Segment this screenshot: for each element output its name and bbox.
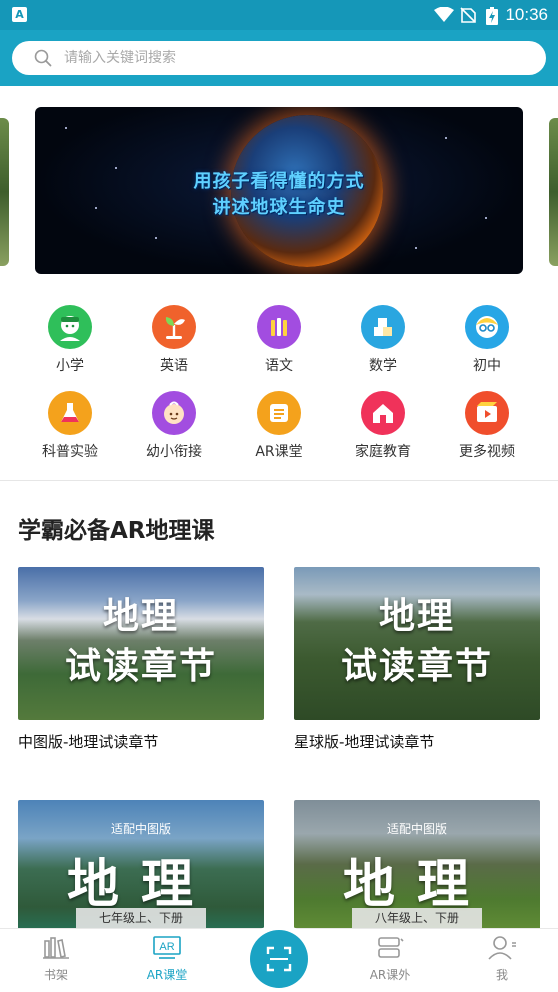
wifi-icon xyxy=(434,7,454,22)
course-card[interactable]: 地理 试读章节 中图版-地理试读章节 xyxy=(18,567,264,752)
course-caption: 中图版-地理试读章节 xyxy=(18,733,159,751)
category-label: 英语 xyxy=(160,358,188,374)
carousel-prev-peek[interactable] xyxy=(0,118,9,266)
baby-icon xyxy=(152,391,196,435)
category-more-videos[interactable]: 更多视频 xyxy=(447,391,527,461)
search-placeholder: 请输入关键词搜索 xyxy=(64,50,176,66)
status-bar: A 10:36 xyxy=(0,0,558,30)
category-ar-class[interactable]: AR课堂 xyxy=(239,391,319,461)
category-english[interactable]: 英语 xyxy=(134,305,214,375)
cover-grade-label: 八年级上、下册 xyxy=(352,908,482,928)
scan-button[interactable] xyxy=(250,930,308,988)
nav-ar-extracurricular[interactable]: AR课外 xyxy=(350,935,430,983)
nav-bookshelf[interactable]: 书架 xyxy=(16,935,96,983)
cover-title-line-1: 地理 xyxy=(102,596,179,637)
video-icon xyxy=(465,391,509,435)
category-label: AR课堂 xyxy=(255,444,303,460)
course-caption: 星球版-地理试读章节 xyxy=(294,733,435,751)
cover-grade-label: 七年级上、下册 xyxy=(76,908,206,928)
student-icon xyxy=(48,305,92,349)
category-label: 数学 xyxy=(369,358,397,374)
cover-title-line-1: 地理 xyxy=(378,596,455,637)
category-preschool-bridge[interactable]: 幼小衔接 xyxy=(134,391,214,461)
course-card[interactable]: 地理 试读章节 星球版-地理试读章节 xyxy=(294,567,540,752)
cover-subtitle: 适配中图版 xyxy=(386,822,447,836)
category-middle-school[interactable]: 初中 xyxy=(447,305,527,375)
banner-slide[interactable]: 用孩子看得懂的方式 讲述地球生命史 xyxy=(35,107,523,274)
flask-icon xyxy=(48,391,92,435)
svg-text:AR: AR xyxy=(159,941,174,953)
category-label: 科普实验 xyxy=(42,444,98,460)
banner-line-2: 讲述地球生命史 xyxy=(212,197,346,218)
books-icon xyxy=(257,305,301,349)
search-input[interactable]: 请输入关键词搜索 xyxy=(12,41,546,75)
sprout-icon xyxy=(152,305,196,349)
category-label: 幼小衔接 xyxy=(146,444,202,460)
nav-ar-class[interactable]: AR AR课堂 xyxy=(127,935,207,983)
nav-label: 书架 xyxy=(43,968,68,982)
category-label: 小学 xyxy=(56,358,84,374)
category-family-education[interactable]: 家庭教育 xyxy=(343,391,423,461)
category-label: 语文 xyxy=(265,358,293,374)
category-chinese[interactable]: 语文 xyxy=(239,305,319,375)
ar-extra-icon xyxy=(378,937,404,958)
teen-icon xyxy=(465,305,509,349)
search-bar-area: 请输入关键词搜索 xyxy=(0,30,558,86)
status-time: 10:36 xyxy=(505,5,548,24)
section-title: 学霸必备AR地理课 xyxy=(18,518,215,544)
cover-title: 地理 xyxy=(66,855,215,915)
search-icon xyxy=(34,49,52,67)
nav-label: AR课堂 xyxy=(146,968,188,982)
app-notification-icon: A xyxy=(12,7,27,22)
category-math[interactable]: 数学 xyxy=(343,305,423,375)
nav-label: AR课外 xyxy=(369,968,411,982)
category-label: 初中 xyxy=(473,358,501,374)
category-science-experiments[interactable]: 科普实验 xyxy=(30,391,110,461)
ar-class-icon: AR xyxy=(153,936,181,959)
cover-title: 地理 xyxy=(342,855,491,915)
category-primary-school[interactable]: 小学 xyxy=(30,305,110,375)
nav-label: 我 xyxy=(495,968,508,982)
category-label: 更多视频 xyxy=(459,444,515,460)
ar-book-icon xyxy=(257,391,301,435)
battery-charging-icon xyxy=(486,7,498,25)
profile-icon xyxy=(488,936,516,960)
home-icon xyxy=(361,391,405,435)
nav-me[interactable]: 我 xyxy=(462,935,542,983)
scan-icon xyxy=(266,946,292,972)
cover-subtitle: 适配中图版 xyxy=(110,822,171,836)
banner-line-1: 用孩子看得懂的方式 xyxy=(193,171,365,192)
course-cover-image: 地理 试读章节 xyxy=(18,567,264,720)
cover-title-line-2: 试读章节 xyxy=(64,646,217,687)
carousel-next-peek[interactable] xyxy=(549,118,558,266)
bookshelf-icon xyxy=(43,937,69,959)
section-divider xyxy=(0,480,558,481)
course-cover-image: 地理 试读章节 xyxy=(294,567,540,720)
blocks-icon xyxy=(361,305,405,349)
cover-title-line-2: 试读章节 xyxy=(340,646,493,687)
no-sim-icon xyxy=(460,7,476,23)
category-label: 家庭教育 xyxy=(355,444,411,460)
